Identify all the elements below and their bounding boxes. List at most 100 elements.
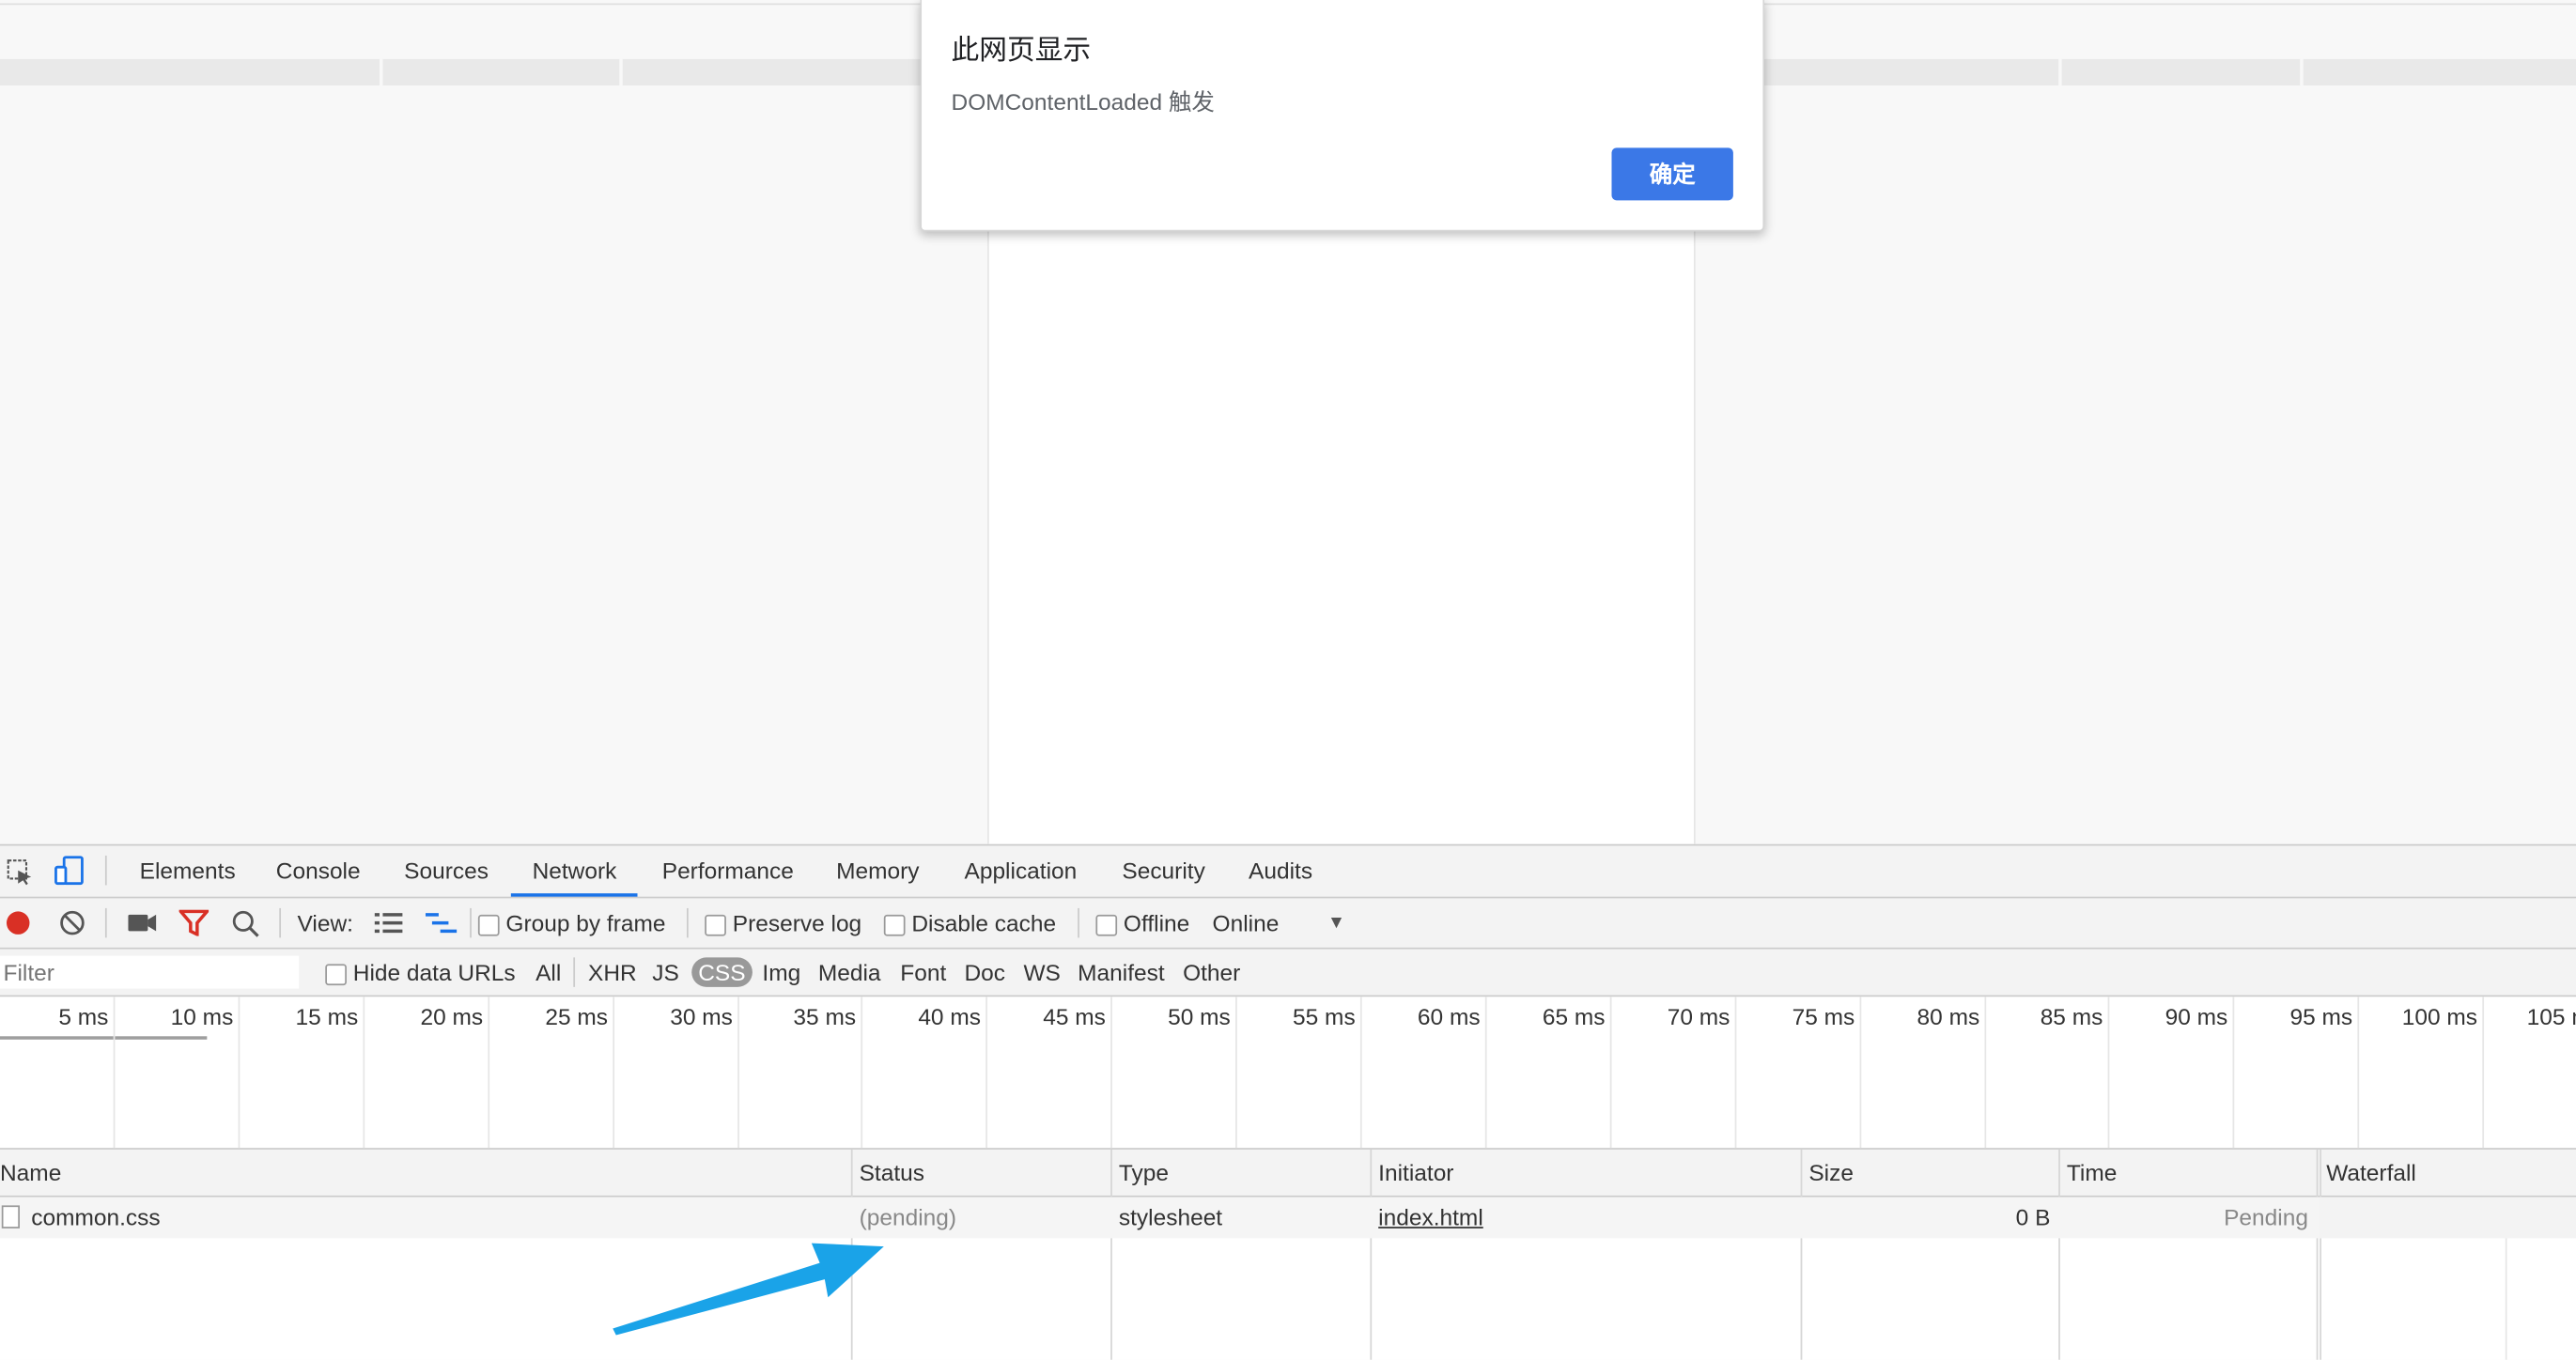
overview-gridline	[613, 997, 615, 1149]
devtools-panel: Elements Console Sources Network Perform…	[0, 843, 2576, 1360]
overview-gridline	[2107, 997, 2110, 1149]
hide-data-urls-option[interactable]: Hide data URLs	[325, 950, 516, 996]
filter-icon[interactable]	[177, 909, 211, 941]
tab-separator	[104, 855, 107, 886]
filter-input[interactable]	[0, 955, 300, 989]
column-divider	[1370, 1149, 1373, 1360]
overview-gridline	[113, 997, 116, 1149]
request-name[interactable]: common.css	[31, 1198, 160, 1239]
overview-tick-label: 10 ms	[170, 1003, 234, 1030]
overview-tick-label: 40 ms	[918, 1003, 981, 1030]
column-initiator[interactable]: Initiator	[1378, 1150, 1453, 1196]
type-filter-css[interactable]: CSS	[691, 957, 753, 987]
toolbar-separator	[470, 907, 472, 938]
request-status: (pending)	[859, 1203, 957, 1230]
column-waterfall[interactable]: Waterfall	[2326, 1150, 2416, 1196]
overview-gridline	[238, 997, 241, 1149]
type-filter-manifest[interactable]: Manifest	[1078, 950, 1165, 996]
overview-gridline	[737, 997, 739, 1149]
tab-audits[interactable]: Audits	[1249, 845, 1312, 896]
preserve-log-label: Preserve log	[732, 909, 862, 936]
column-name[interactable]: Name	[0, 1150, 61, 1196]
clear-icon[interactable]	[59, 910, 85, 941]
overview-gridline	[363, 997, 365, 1149]
tab-application[interactable]: Application	[964, 845, 1077, 896]
overview-gridline	[2232, 997, 2235, 1149]
type-filter-doc[interactable]: Doc	[964, 950, 1005, 996]
type-filter-js[interactable]: JS	[652, 950, 679, 996]
filter-bar: Hide data URLs All XHR JS CSS Img Media …	[0, 949, 2576, 997]
hide-data-urls-label: Hide data URLs	[352, 959, 516, 986]
column-divider	[2320, 1149, 2321, 1360]
filter-separator	[573, 957, 576, 987]
overview-gridline	[1484, 997, 1487, 1149]
tab-memory[interactable]: Memory	[836, 845, 919, 896]
overview-tick-label: 90 ms	[2165, 1003, 2228, 1030]
overview-tick-label: 75 ms	[1792, 1003, 1855, 1030]
column-time[interactable]: Time	[2067, 1150, 2117, 1196]
request-time: Pending	[2224, 1203, 2308, 1230]
offline-label: Offline	[1123, 909, 1190, 936]
offline-option[interactable]: Offline	[1095, 898, 1189, 947]
tab-network[interactable]: Network	[510, 845, 639, 897]
overview-tick-label: 85 ms	[2040, 1003, 2103, 1030]
type-filter-img[interactable]: Img	[762, 950, 800, 996]
ok-button[interactable]: 确定	[1611, 147, 1733, 201]
column-size[interactable]: Size	[1808, 1150, 1854, 1196]
disable-cache-option[interactable]: Disable cache	[883, 898, 1057, 947]
record-icon[interactable]	[5, 910, 31, 941]
overview-gridline	[1359, 997, 1362, 1149]
disable-cache-label: Disable cache	[911, 909, 1057, 936]
toolbar-separator	[279, 907, 282, 938]
screenshot-camera-icon[interactable]	[128, 911, 157, 939]
type-filter-xhr[interactable]: XHR	[588, 950, 637, 996]
request-waterfall-cell	[2320, 1197, 2576, 1239]
group-by-frame-checkbox[interactable]	[477, 914, 500, 936]
overview-tick-label: 25 ms	[545, 1003, 609, 1030]
waterfall-view-icon[interactable]	[425, 911, 458, 939]
tab-sources[interactable]: Sources	[404, 845, 489, 896]
preserve-log-checkbox[interactable]	[705, 914, 726, 936]
toolbar-separator	[686, 907, 689, 938]
overview-tick-label: 60 ms	[1417, 1003, 1481, 1030]
offline-checkbox[interactable]	[1095, 914, 1118, 936]
tab-elements[interactable]: Elements	[140, 845, 236, 896]
overview-gridline	[2357, 997, 2360, 1149]
type-filter-all[interactable]: All	[535, 950, 561, 996]
column-divider	[1800, 1149, 1803, 1360]
hide-data-urls-checkbox[interactable]	[325, 964, 347, 985]
inspect-element-icon[interactable]	[7, 858, 33, 893]
device-toolbar-icon[interactable]	[54, 856, 84, 893]
column-status[interactable]: Status	[860, 1150, 924, 1196]
request-type: stylesheet	[1118, 1203, 1223, 1230]
overview-progress-line	[0, 1036, 208, 1040]
overview-tick-label: 80 ms	[1916, 1003, 1980, 1030]
disable-cache-checkbox[interactable]	[883, 914, 906, 936]
table-row[interactable]: common.css (pending) stylesheet index.ht…	[0, 1197, 2576, 1239]
type-filter-ws[interactable]: WS	[1023, 950, 1060, 996]
chevron-down-icon[interactable]: ▼	[1327, 898, 1345, 947]
column-type[interactable]: Type	[1119, 1150, 1169, 1196]
column-divider	[2058, 1149, 2060, 1360]
tab-console[interactable]: Console	[276, 845, 361, 896]
preserve-log-option[interactable]: Preserve log	[705, 898, 861, 947]
view-label: View:	[297, 909, 353, 936]
tab-performance[interactable]: Performance	[662, 845, 794, 896]
overview-tick-label: 95 ms	[2289, 1003, 2353, 1030]
group-by-frame-option[interactable]: Group by frame	[477, 898, 666, 947]
overview-gridline	[1734, 997, 1737, 1149]
list-view-icon[interactable]	[374, 911, 403, 939]
toolbar-separator	[104, 907, 107, 938]
type-filter-font[interactable]: Font	[900, 950, 946, 996]
timeline-overview[interactable]: 5 ms 10 ms 15 ms 20 ms 25 ms 30 ms 35 ms 40 ms 4…	[0, 997, 2576, 1150]
alert-dialog: 此网页显示 DOMContentLoaded 触发 确定	[920, 0, 1765, 232]
search-icon[interactable]	[232, 910, 260, 943]
throttling-select[interactable]: Online	[1213, 898, 1280, 947]
type-filter-media[interactable]: Media	[818, 950, 881, 996]
type-filter-other[interactable]: Other	[1183, 950, 1240, 996]
overview-tick-label: 55 ms	[1293, 1003, 1356, 1030]
request-initiator-link[interactable]: index.html	[1378, 1198, 1483, 1239]
overview-tick-label: 35 ms	[793, 1003, 857, 1030]
overview-tick-label: 20 ms	[420, 1003, 484, 1030]
tab-security[interactable]: Security	[1122, 845, 1204, 896]
